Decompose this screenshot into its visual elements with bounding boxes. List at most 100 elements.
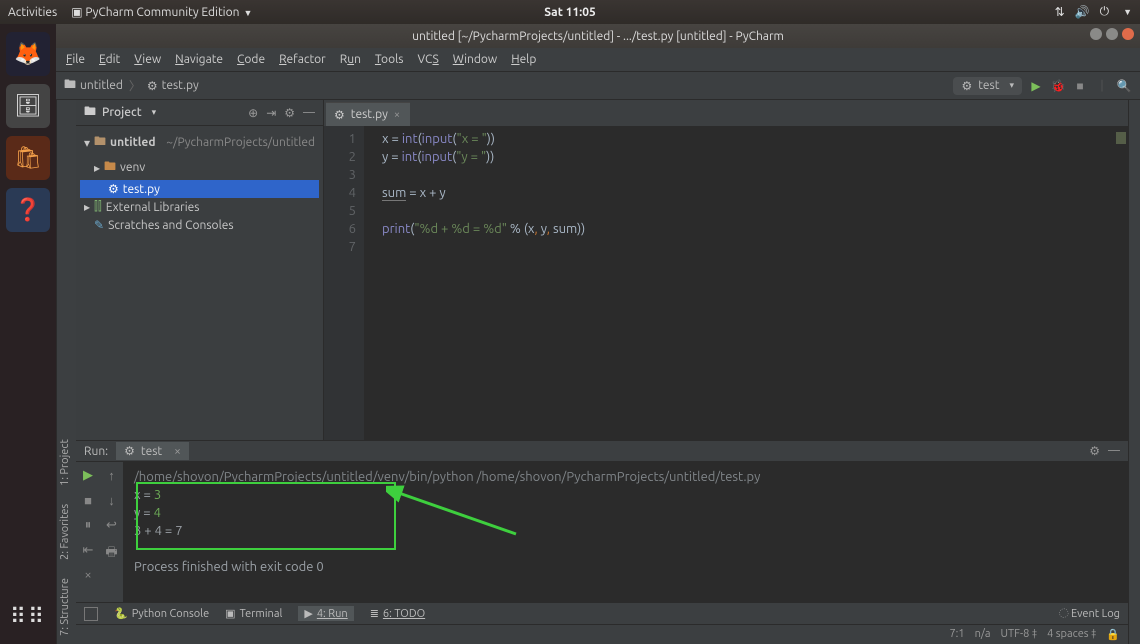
soft-wrap-icon[interactable]: ↩ — [106, 518, 117, 533]
menu-vcs[interactable]: VCS — [417, 53, 438, 66]
toolwin-terminal[interactable]: ▣Terminal — [225, 607, 282, 620]
stop-button[interactable]: ■ — [84, 493, 92, 508]
project-pane-title: Project — [102, 106, 142, 119]
hide-icon[interactable]: — — [1108, 444, 1120, 458]
folder-icon: 🖿 — [84, 102, 96, 123]
menu-view[interactable]: View — [134, 53, 161, 66]
pause-button[interactable]: ⏸ — [85, 518, 92, 533]
debug-button[interactable]: 🐞 — [1050, 79, 1066, 93]
rerun-button[interactable]: ▶ — [83, 468, 93, 483]
power-icon[interactable]: ⏻ — [1100, 5, 1110, 19]
up-stack-icon[interactable]: ↑ — [108, 468, 115, 483]
chevron-right-icon: 〉 — [129, 77, 141, 94]
chevron-down-icon[interactable]: ▾ — [152, 107, 157, 118]
indent-settings[interactable]: 4 spaces ‡ — [1047, 628, 1096, 641]
collapse-all-icon[interactable]: ⇥ — [266, 106, 276, 120]
editor: ⚙ test.py × 1234567 x = int(input("x = "… — [324, 100, 1128, 440]
close-icon[interactable]: × — [174, 445, 181, 458]
file-encoding[interactable]: UTF-8 ‡ — [1001, 628, 1038, 641]
folder-icon: 🖿 — [104, 157, 116, 178]
code-area[interactable]: 1234567 x = int(input("x = ")) y = int(i… — [324, 126, 1128, 440]
terminal-icon: ▣ — [225, 607, 235, 620]
hide-icon[interactable]: — — [303, 106, 315, 120]
window-titlebar: untitled [~/PycharmProjects/untitled] - … — [56, 24, 1140, 48]
menu-file[interactable]: File — [66, 53, 85, 66]
menu-tools[interactable]: Tools — [375, 53, 404, 66]
toolwindows-quick-access-icon[interactable] — [84, 607, 98, 621]
window-minimize[interactable] — [1090, 28, 1102, 40]
event-log-button[interactable]: ◌ Event Log — [1059, 608, 1120, 620]
clock[interactable]: Sat 11:05 — [544, 6, 595, 19]
menu-edit[interactable]: Edit — [99, 53, 120, 66]
down-stack-icon[interactable]: ↓ — [108, 493, 115, 508]
readonly-lock-icon[interactable]: 🔒 — [1106, 628, 1120, 641]
pycharm-window: untitled [~/PycharmProjects/untitled] - … — [56, 24, 1140, 644]
expand-icon[interactable]: ▸ — [94, 161, 100, 175]
error-stripe[interactable] — [1116, 132, 1126, 144]
gear-icon[interactable]: ⚙ — [284, 106, 295, 120]
tree-file-selected[interactable]: ⚙test.py — [80, 180, 319, 198]
scroll-from-source-icon[interactable]: ⊕ — [248, 106, 258, 120]
project-tree[interactable]: ▾🖿untitled ~/PycharmProjects/untitled ▸🖿… — [76, 126, 323, 238]
run-button[interactable]: ▶ — [1028, 79, 1044, 93]
run-config-icon: ⚙ — [124, 444, 135, 458]
gear-icon[interactable]: ⚙ — [1089, 444, 1100, 458]
pycharm-icon: ▣ — [71, 6, 82, 19]
current-app-menu[interactable]: ▣ PyCharm Community Edition▼ — [71, 5, 252, 19]
toolwin-todo[interactable]: ≣6: TODO — [370, 607, 425, 620]
volume-icon[interactable]: 🔊 — [1075, 5, 1090, 19]
editor-tabs: ⚙ test.py × — [324, 100, 1128, 126]
launcher-apps-grid[interactable]: ⠿⠿ — [10, 604, 46, 630]
toolwin-run[interactable]: ▶4: Run — [298, 606, 353, 621]
run-label: Run: — [84, 445, 108, 458]
breadcrumb[interactable]: 🖿 untitled 〉 ⚙ test.py — [64, 75, 199, 96]
close-tab-icon[interactable]: × — [394, 109, 400, 121]
menu-refactor[interactable]: Refactor — [279, 53, 326, 66]
run-config-icon: ⚙ — [961, 79, 972, 93]
launcher-help[interactable]: ❓ — [6, 188, 50, 232]
run-icon: ▶ — [304, 607, 312, 620]
ubuntu-top-bar: Activities ▣ PyCharm Community Edition▼ … — [0, 0, 1140, 24]
launcher-files[interactable]: 🗄 — [6, 84, 50, 128]
search-everywhere-button[interactable]: 🔍 — [1116, 79, 1132, 93]
toolwin-project[interactable]: 1: Project — [59, 439, 74, 486]
run-tab[interactable]: ⚙test× — [116, 442, 189, 460]
caret-position[interactable]: 7:1 — [949, 628, 964, 641]
window-maximize[interactable] — [1106, 28, 1118, 40]
launcher-firefox[interactable]: 🦊 — [6, 32, 50, 76]
chevron-down-icon: ▼ — [243, 8, 252, 18]
launcher-software[interactable]: 🛍 — [6, 136, 50, 180]
menu-navigate[interactable]: Navigate — [175, 53, 223, 66]
menu-window[interactable]: Window — [453, 53, 497, 66]
editor-tab[interactable]: ⚙ test.py × — [326, 102, 410, 126]
python-file-icon: ⚙ — [108, 182, 119, 196]
print-icon[interactable]: 🖶 — [105, 543, 117, 565]
line-separator[interactable]: n/a — [975, 628, 991, 641]
toolwin-structure[interactable]: 7: Structure — [59, 578, 74, 636]
python-file-icon: ⚙ — [334, 108, 345, 122]
python-file-icon: ⚙ — [147, 79, 158, 93]
libraries-icon: ⫿⫿ — [94, 200, 102, 214]
run-output[interactable]: /home/shovon/PycharmProjects/untitled/ve… — [124, 462, 1128, 602]
toolwin-favorites[interactable]: 2: Favorites — [59, 504, 74, 560]
menu-run[interactable]: Run — [340, 53, 361, 66]
close-button[interactable]: × — [84, 568, 91, 582]
network-icon[interactable]: ⇅ — [1055, 5, 1065, 19]
exit-button[interactable]: ⇤ — [83, 543, 94, 558]
menu-help[interactable]: Help — [511, 53, 536, 66]
system-menu-chevron-icon[interactable]: ▼ — [1123, 7, 1132, 17]
run-tool-header: Run: ⚙test× ⚙ — — [76, 440, 1128, 462]
scratches-icon: ✎ — [94, 218, 104, 232]
expand-icon[interactable]: ▾ — [84, 136, 90, 150]
stop-button[interactable]: ■ — [1072, 79, 1088, 93]
status-bar: 7:1 n/a UTF-8 ‡ 4 spaces ‡ 🔒 — [76, 624, 1128, 644]
expand-icon[interactable]: ▸ — [84, 200, 90, 214]
activities-button[interactable]: Activities — [8, 6, 57, 19]
gutter: 1234567 — [324, 126, 364, 440]
window-close[interactable] — [1122, 28, 1134, 40]
toolwin-python-console[interactable]: 🐍Python Console — [114, 607, 209, 620]
run-config-selector[interactable]: ⚙ test ▾ — [953, 77, 1022, 95]
menu-code[interactable]: Code — [237, 53, 265, 66]
folder-icon: 🖿 — [64, 75, 76, 96]
right-tool-stripe — [1128, 100, 1140, 644]
